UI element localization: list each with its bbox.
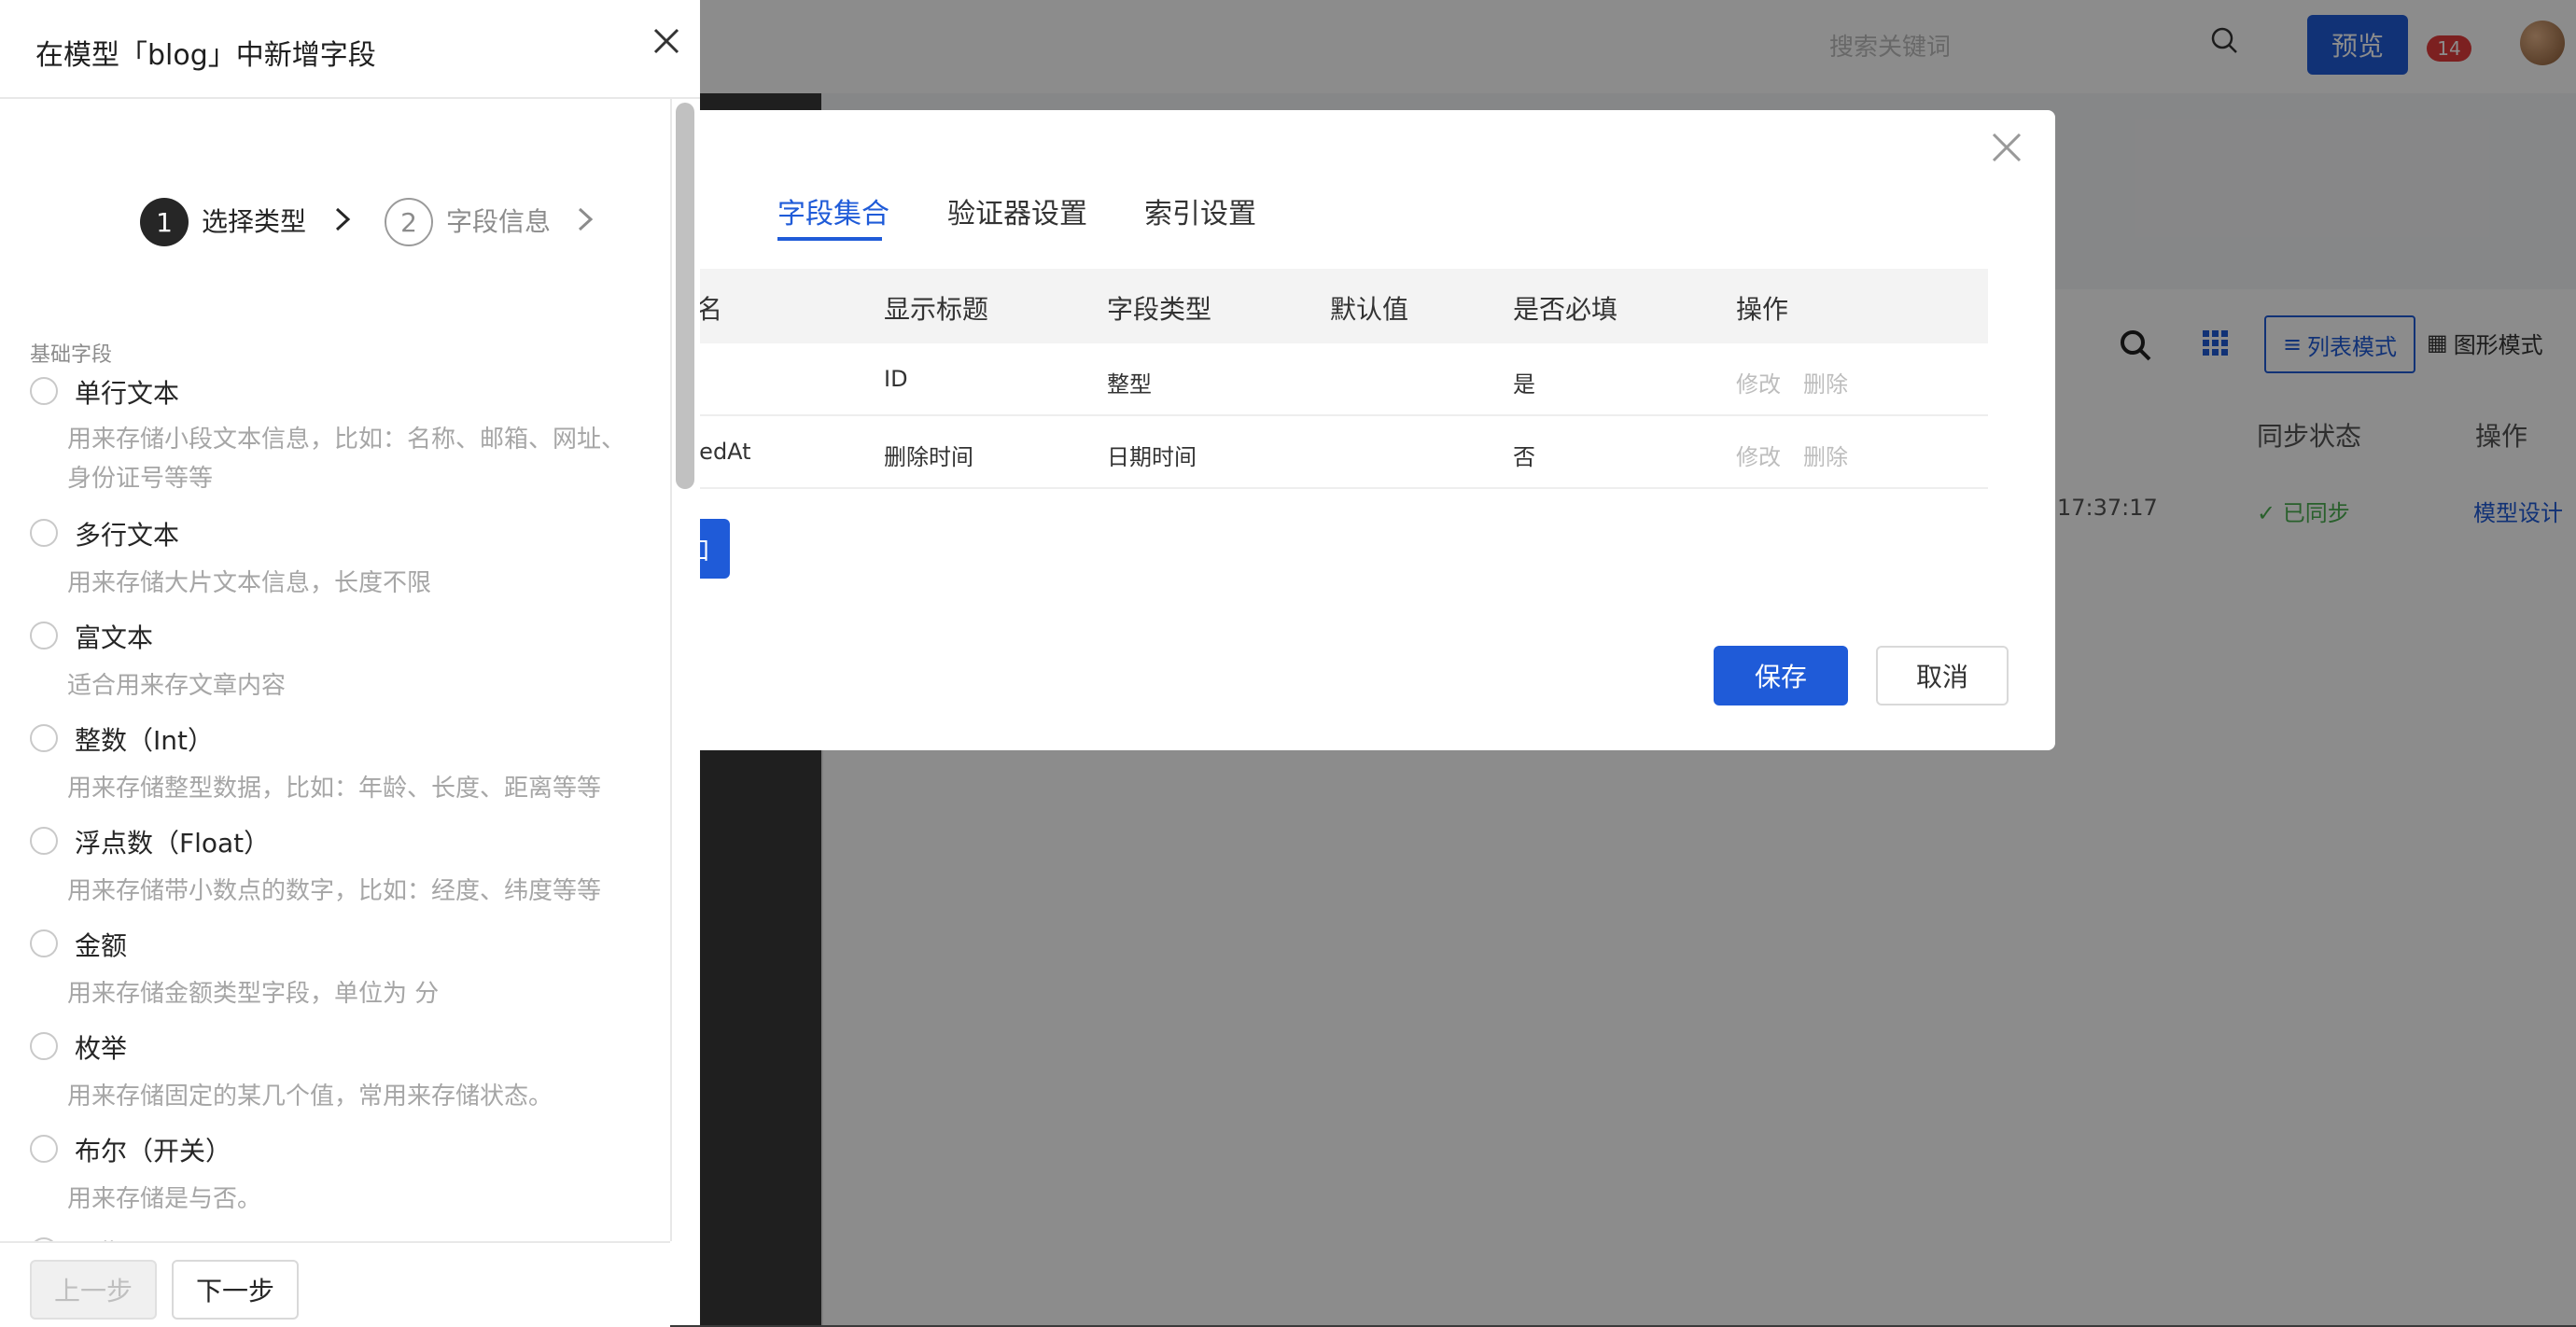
option-label[interactable]: 多行文本 [75, 515, 179, 552]
radio-money[interactable] [30, 929, 58, 957]
radio-boolean[interactable] [30, 1135, 58, 1163]
row-divider [653, 414, 1988, 416]
row-1-type: 整型 [1107, 371, 1152, 398]
column-header-actions: 操作 [1736, 294, 1789, 325]
column-header-default: 默认值 [1330, 294, 1409, 325]
row-2-edit-link[interactable]: 修改 [1736, 439, 1781, 471]
row-2-type: 日期时间 [1107, 444, 1197, 470]
row-1-edit-link[interactable]: 修改 [1736, 366, 1781, 398]
option-label[interactable]: 布尔（开关） [75, 1131, 231, 1168]
add-field-drawer: 在模型「blog」中新增字段 1 选择类型 2 字段信息 基础字段 单行文本 用… [0, 0, 700, 1327]
column-header-title: 显示标题 [884, 294, 989, 325]
step-1-indicator: 1 [140, 198, 189, 246]
option-description: 用来存储大片文本信息，长度不限 [67, 569, 432, 597]
model-settings-modal: 置 字段集合 验证器设置 索引设置 名 显示标题 字段类型 默认值 是否必填 操… [651, 110, 2055, 750]
next-step-button[interactable]: 下一步 [172, 1260, 299, 1320]
step-1-label: 选择类型 [202, 206, 307, 237]
close-icon[interactable] [648, 22, 685, 60]
row-1-title: ID [884, 366, 908, 392]
option-description: 用来存储带小数点的数字，比如：经度、纬度等等 [67, 877, 602, 905]
radio-rich-text[interactable] [30, 622, 58, 650]
section-title-basic-fields: 基础字段 [30, 343, 113, 367]
radio-multi-line-text[interactable] [30, 519, 58, 547]
option-description: 用来存储小段文本信息，比如：名称、邮箱、网址、身份证号等等 [67, 426, 626, 493]
row-2-required: 否 [1513, 444, 1535, 470]
tab-indexes[interactable]: 索引设置 [1144, 190, 1256, 231]
tab-validators[interactable]: 验证器设置 [947, 190, 1087, 231]
column-header-name: 名 [696, 294, 723, 325]
scrollbar-thumb[interactable] [676, 103, 694, 489]
close-icon[interactable] [1988, 129, 2025, 166]
row-2-delete-link[interactable]: 删除 [1803, 439, 1848, 471]
option-label[interactable]: 单行文本 [75, 373, 179, 411]
save-button[interactable]: 保存 [1714, 646, 1848, 705]
previous-step-button[interactable]: 上一步 [30, 1260, 157, 1320]
row-1-required: 是 [1513, 371, 1535, 398]
chevron-right-icon [335, 207, 351, 231]
option-label[interactable]: 枚举 [75, 1028, 127, 1066]
row-2-title: 删除时间 [884, 444, 973, 470]
option-description: 用来存储是与否。 [67, 1185, 262, 1213]
radio-single-line-text[interactable] [30, 377, 58, 405]
step-2-label: 字段信息 [446, 206, 552, 237]
radio-int[interactable] [30, 724, 58, 752]
active-tab-indicator [777, 237, 882, 241]
step-2-indicator: 2 [385, 198, 433, 246]
radio-float[interactable] [30, 827, 58, 855]
chevron-right-icon [578, 207, 594, 231]
row-1-delete-link[interactable]: 删除 [1803, 366, 1848, 398]
option-description: 用来存储固定的某几个值，常用来存储状态。 [67, 1083, 553, 1110]
radio-enum[interactable] [30, 1032, 58, 1060]
column-header-type: 字段类型 [1107, 294, 1212, 325]
row-divider [653, 487, 1988, 489]
drawer-title: 在模型「blog」中新增字段 [35, 39, 376, 72]
tab-fields[interactable]: 字段集合 [777, 190, 889, 231]
option-label[interactable]: 整数（Int） [75, 720, 214, 758]
drawer-divider [0, 97, 700, 99]
option-label[interactable]: 富文本 [75, 618, 153, 655]
option-label[interactable]: 浮点数（Float） [75, 823, 270, 860]
column-header-required: 是否必填 [1513, 294, 1618, 325]
cancel-button[interactable]: 取消 [1876, 646, 2009, 705]
option-label[interactable]: 金额 [75, 926, 127, 963]
option-description: 用来存储金额类型字段，单位为 分 [67, 980, 440, 1008]
option-description: 适合用来存文章内容 [67, 672, 287, 700]
option-description: 用来存储整型数据，比如：年龄、长度、距离等等 [67, 775, 602, 803]
